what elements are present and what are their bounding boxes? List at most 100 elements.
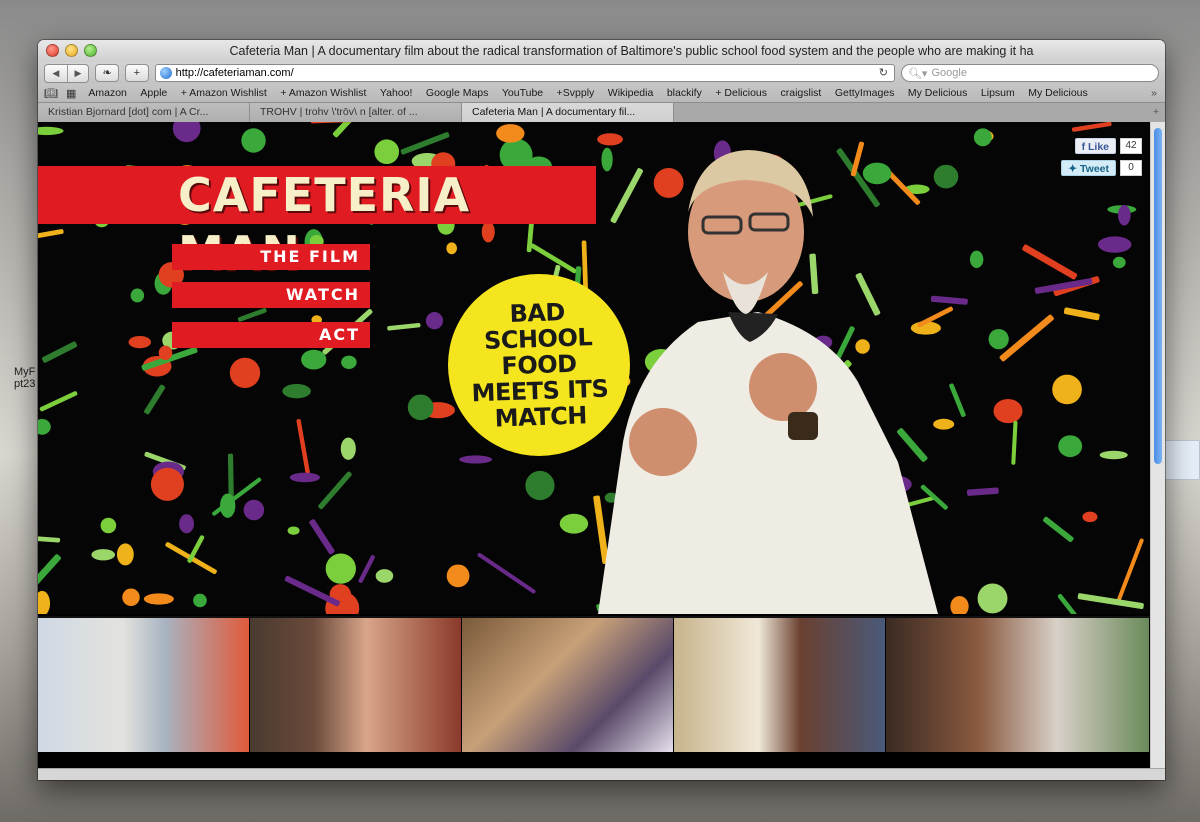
vegetable-shape xyxy=(227,453,234,498)
vegetable-shape xyxy=(407,394,434,421)
vegetable-shape xyxy=(325,553,356,584)
status-bar xyxy=(38,768,1165,780)
film-still-5[interactable] xyxy=(886,618,1150,754)
vegetable-shape xyxy=(496,124,525,143)
tagline-text: BAD SCHOOL FOOD MEETS ITS MATCH xyxy=(471,298,609,433)
tweet-count: 0 xyxy=(1120,160,1142,176)
bookmark-item[interactable]: Yahoo! xyxy=(380,87,413,99)
vegetable-shape xyxy=(1112,256,1126,269)
browser-window: Cafeteria Man | A documentary film about… xyxy=(38,40,1165,780)
like-count: 42 xyxy=(1120,138,1142,154)
window-controls xyxy=(46,44,97,57)
site-title-banner[interactable]: CAFETERIA MAN xyxy=(38,166,596,280)
bookmark-item[interactable]: Amazon xyxy=(88,87,127,99)
vegetable-shape xyxy=(855,339,870,354)
bookmark-item[interactable]: Apple xyxy=(140,87,167,99)
vegetable-shape xyxy=(601,147,613,172)
vegetable-shape xyxy=(143,593,174,605)
bookmark-item[interactable]: Lipsum xyxy=(981,87,1015,99)
address-bar[interactable]: http://cafeteriaman.com/ ↻ xyxy=(154,64,895,82)
vegetable-shape xyxy=(1052,374,1082,405)
vegetable-shape xyxy=(481,221,495,243)
vegetable-shape xyxy=(425,312,444,330)
vegetable-shape xyxy=(289,472,321,483)
tweet-button[interactable]: ✦ Tweet xyxy=(1061,160,1116,176)
vegetable-shape xyxy=(220,493,236,518)
site-favicon-icon xyxy=(159,67,172,79)
reload-icon[interactable]: ↻ xyxy=(879,66,888,79)
vegetable-shape xyxy=(1058,435,1083,458)
top-sites-grid-icon[interactable]: ▦ xyxy=(66,87,76,100)
vegetable-shape xyxy=(1117,204,1131,226)
forward-button[interactable]: ▶ xyxy=(66,64,89,82)
vegetable-shape xyxy=(969,250,984,269)
desktop-icon-label[interactable]: MyF pt23 xyxy=(14,366,40,390)
vegetable-shape xyxy=(862,162,892,185)
nav-act[interactable]: ACT xyxy=(172,322,370,348)
bookmark-item[interactable]: YouTube xyxy=(502,87,543,99)
search-icon: 🔍︎▾ xyxy=(907,67,928,80)
minimize-button[interactable] xyxy=(65,44,78,57)
tab-kristian-bjornard[interactable]: Kristian Bjornard [dot] com | A Cr... xyxy=(38,103,250,122)
vegetable-shape xyxy=(341,355,357,369)
vegetable-shape xyxy=(973,128,992,147)
bookmark-item[interactable]: craigslist xyxy=(781,87,822,99)
film-still-3[interactable] xyxy=(462,618,674,754)
vegetable-shape xyxy=(130,288,145,303)
bookmark-item[interactable]: Google Maps xyxy=(426,87,488,99)
tab-bar: Kristian Bjornard [dot] com | A Cr... TR… xyxy=(38,102,1165,122)
film-still-2[interactable] xyxy=(250,618,462,754)
add-bookmark-button[interactable]: + xyxy=(124,64,149,82)
back-forward-buttons: ◀ ▶ xyxy=(44,63,90,83)
vegetable-shape xyxy=(241,128,266,153)
facebook-like-button[interactable]: f Like xyxy=(1074,138,1116,154)
film-still-4[interactable] xyxy=(674,618,886,754)
leaf-icon: ❧ xyxy=(102,67,112,79)
vegetable-shape xyxy=(243,499,265,521)
vegetable-shape xyxy=(229,357,261,389)
nav-watch[interactable]: WATCH xyxy=(172,282,370,308)
back-button[interactable]: ◀ xyxy=(45,65,67,82)
film-still-1[interactable] xyxy=(38,618,250,754)
bookmark-item[interactable]: + Amazon Wishlist xyxy=(280,87,366,99)
zoom-button[interactable] xyxy=(84,44,97,57)
title-bar[interactable]: Cafeteria Man | A documentary film about… xyxy=(38,40,1165,62)
vegetable-shape xyxy=(287,526,300,535)
tagline-badge: BAD SCHOOL FOOD MEETS ITS MATCH xyxy=(448,274,630,456)
vegetable-shape xyxy=(1097,236,1132,253)
vegetable-shape xyxy=(988,328,1009,350)
vegetable-shape xyxy=(179,514,195,534)
vegetable-shape xyxy=(446,564,470,588)
bookmark-item[interactable]: blackify xyxy=(667,87,702,99)
tab-cafeteria-man[interactable]: Cafeteria Man | A documentary fil... xyxy=(462,103,674,122)
vegetable-shape xyxy=(933,164,959,189)
bookmark-item[interactable]: Wikipedia xyxy=(608,87,654,99)
vegetable-shape xyxy=(559,513,589,534)
search-placeholder: Google xyxy=(931,67,967,79)
reading-list-icon[interactable]: 📖︎ xyxy=(44,87,58,100)
vertical-scrollbar[interactable] xyxy=(1150,122,1165,768)
bookmark-item[interactable]: + Delicious xyxy=(715,87,767,99)
scrollbar-thumb[interactable] xyxy=(1154,128,1162,464)
new-tab-button[interactable]: + xyxy=(1147,103,1165,122)
vegetable-shape xyxy=(1099,450,1128,460)
bookmarks-overflow-icon[interactable]: » xyxy=(1151,87,1157,99)
vegetable-shape xyxy=(653,168,684,198)
vegetable-shape xyxy=(128,335,152,349)
nav-the-film[interactable]: THE FILM xyxy=(172,244,370,270)
tab-trohv[interactable]: TROHV | trohv \'trōv\ n [alter. of ... xyxy=(250,103,462,122)
bookmark-item[interactable]: My Delicious xyxy=(908,87,968,99)
bookmarks-bar: 📖︎ ▦ Amazon Apple + Amazon Wishlist + Am… xyxy=(38,84,1165,102)
bookmark-item[interactable]: + Amazon Wishlist xyxy=(181,87,267,99)
close-button[interactable] xyxy=(46,44,59,57)
vegetable-shape xyxy=(193,593,207,608)
bookmark-item[interactable]: My Delicious xyxy=(1028,87,1088,99)
vegetable-shape xyxy=(282,383,311,399)
plus-icon: + xyxy=(133,67,141,79)
bookmark-item[interactable]: GettyImages xyxy=(835,87,895,99)
sidebar-leaf-button[interactable]: ❧ xyxy=(95,64,119,82)
browser-toolbar: ◀ ▶ ❧ + http://cafeteriaman.com/ ↻ 🔍︎▾ G… xyxy=(38,62,1165,84)
search-field[interactable]: 🔍︎▾ Google xyxy=(900,64,1159,82)
bookmark-item[interactable]: +Svpply xyxy=(557,87,595,99)
film-stills-strip xyxy=(38,616,1150,754)
